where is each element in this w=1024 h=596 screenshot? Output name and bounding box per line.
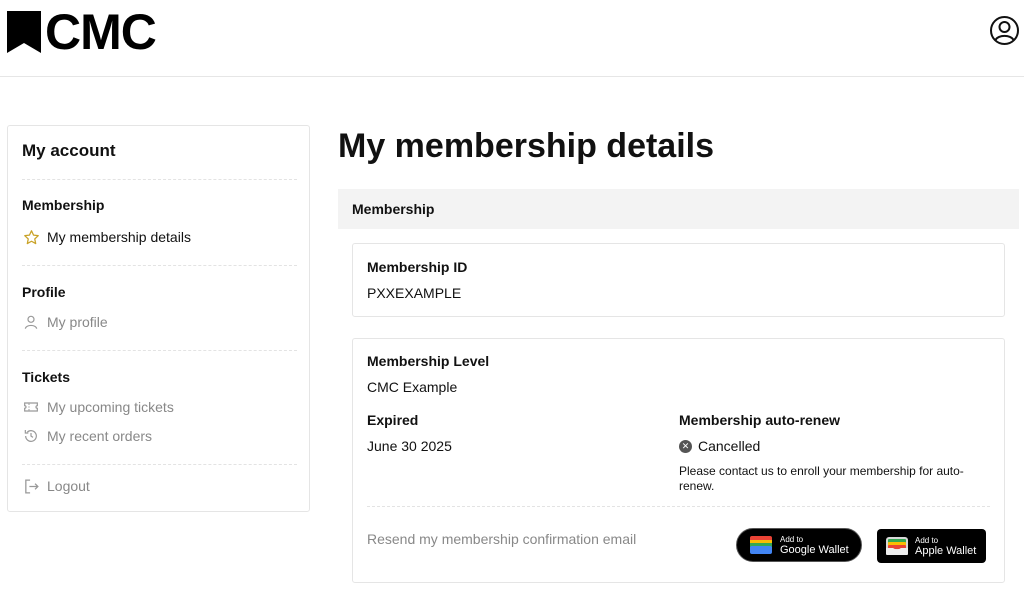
logout-label: Logout xyxy=(47,478,90,494)
divider xyxy=(367,506,990,507)
section-heading-membership: Membership xyxy=(22,197,105,213)
resend-confirmation-email-link[interactable]: Resend my membership confirmation email xyxy=(367,531,636,547)
sidebar-item-label: My membership details xyxy=(47,229,191,245)
add-to-google-wallet-button[interactable]: Add to Google Wallet xyxy=(736,528,862,562)
membership-id-value: PXXEXAMPLE xyxy=(367,285,462,301)
apple-wallet-icon xyxy=(885,536,909,556)
membership-level-value: CMC Example xyxy=(367,379,458,395)
section-heading-tickets: Tickets xyxy=(22,369,70,385)
expired-value: June 30 2025 xyxy=(367,438,452,454)
history-icon xyxy=(22,427,40,445)
bookmark-logo-icon xyxy=(7,11,41,53)
apple-wallet-text: Apple Wallet xyxy=(915,545,977,557)
sidebar-item-label: My recent orders xyxy=(47,428,153,444)
auto-renew-status-text: Cancelled xyxy=(698,438,761,454)
membership-level-label: Membership Level xyxy=(367,353,490,369)
sidebar-item-my-membership-details[interactable]: My membership details xyxy=(22,228,191,246)
sidebar-item-my-profile[interactable]: My profile xyxy=(22,313,108,331)
divider xyxy=(22,179,297,180)
section-heading-profile: Profile xyxy=(22,284,66,300)
sidebar-item-my-recent-orders[interactable]: My recent orders xyxy=(22,427,152,445)
section-label: Membership xyxy=(352,201,435,217)
sidebar-item-label: My upcoming tickets xyxy=(47,399,174,415)
membership-level-card: Membership Level CMC Example Expired Jun… xyxy=(352,338,1005,583)
sidebar-title: My account xyxy=(22,141,116,160)
page-title: My membership details xyxy=(338,127,715,165)
google-wallet-text: Google Wallet xyxy=(780,544,849,556)
membership-section-header: Membership xyxy=(338,189,1019,229)
membership-id-card: Membership ID PXXEXAMPLE xyxy=(352,243,1005,317)
site-header: CMC xyxy=(0,0,1024,77)
add-to-apple-wallet-button[interactable]: Add to Apple Wallet xyxy=(877,529,986,563)
auto-renew-status: ✕ Cancelled xyxy=(679,438,760,454)
star-icon xyxy=(22,228,40,246)
sidebar-item-my-upcoming-tickets[interactable]: My upcoming tickets xyxy=(22,398,174,416)
auto-renew-note: Please contact us to enroll your members… xyxy=(679,464,964,493)
google-wallet-icon xyxy=(749,535,773,555)
logo-text: CMC xyxy=(45,4,157,60)
membership-id-label: Membership ID xyxy=(367,259,468,275)
person-icon xyxy=(22,313,40,331)
logout-link[interactable]: Logout xyxy=(22,477,90,495)
divider xyxy=(22,464,297,465)
divider xyxy=(22,350,297,351)
logout-icon xyxy=(22,477,40,495)
user-circle-icon[interactable] xyxy=(989,15,1020,46)
account-sidebar: My account Membership My membership deta… xyxy=(7,125,310,512)
auto-renew-label: Membership auto-renew xyxy=(679,412,841,428)
cmc-logo[interactable]: CMC xyxy=(7,4,157,60)
ticket-icon xyxy=(22,398,40,416)
expired-label: Expired xyxy=(367,412,419,428)
divider xyxy=(22,265,297,266)
sidebar-item-label: My profile xyxy=(47,314,108,330)
cancelled-x-icon: ✕ xyxy=(679,439,692,453)
